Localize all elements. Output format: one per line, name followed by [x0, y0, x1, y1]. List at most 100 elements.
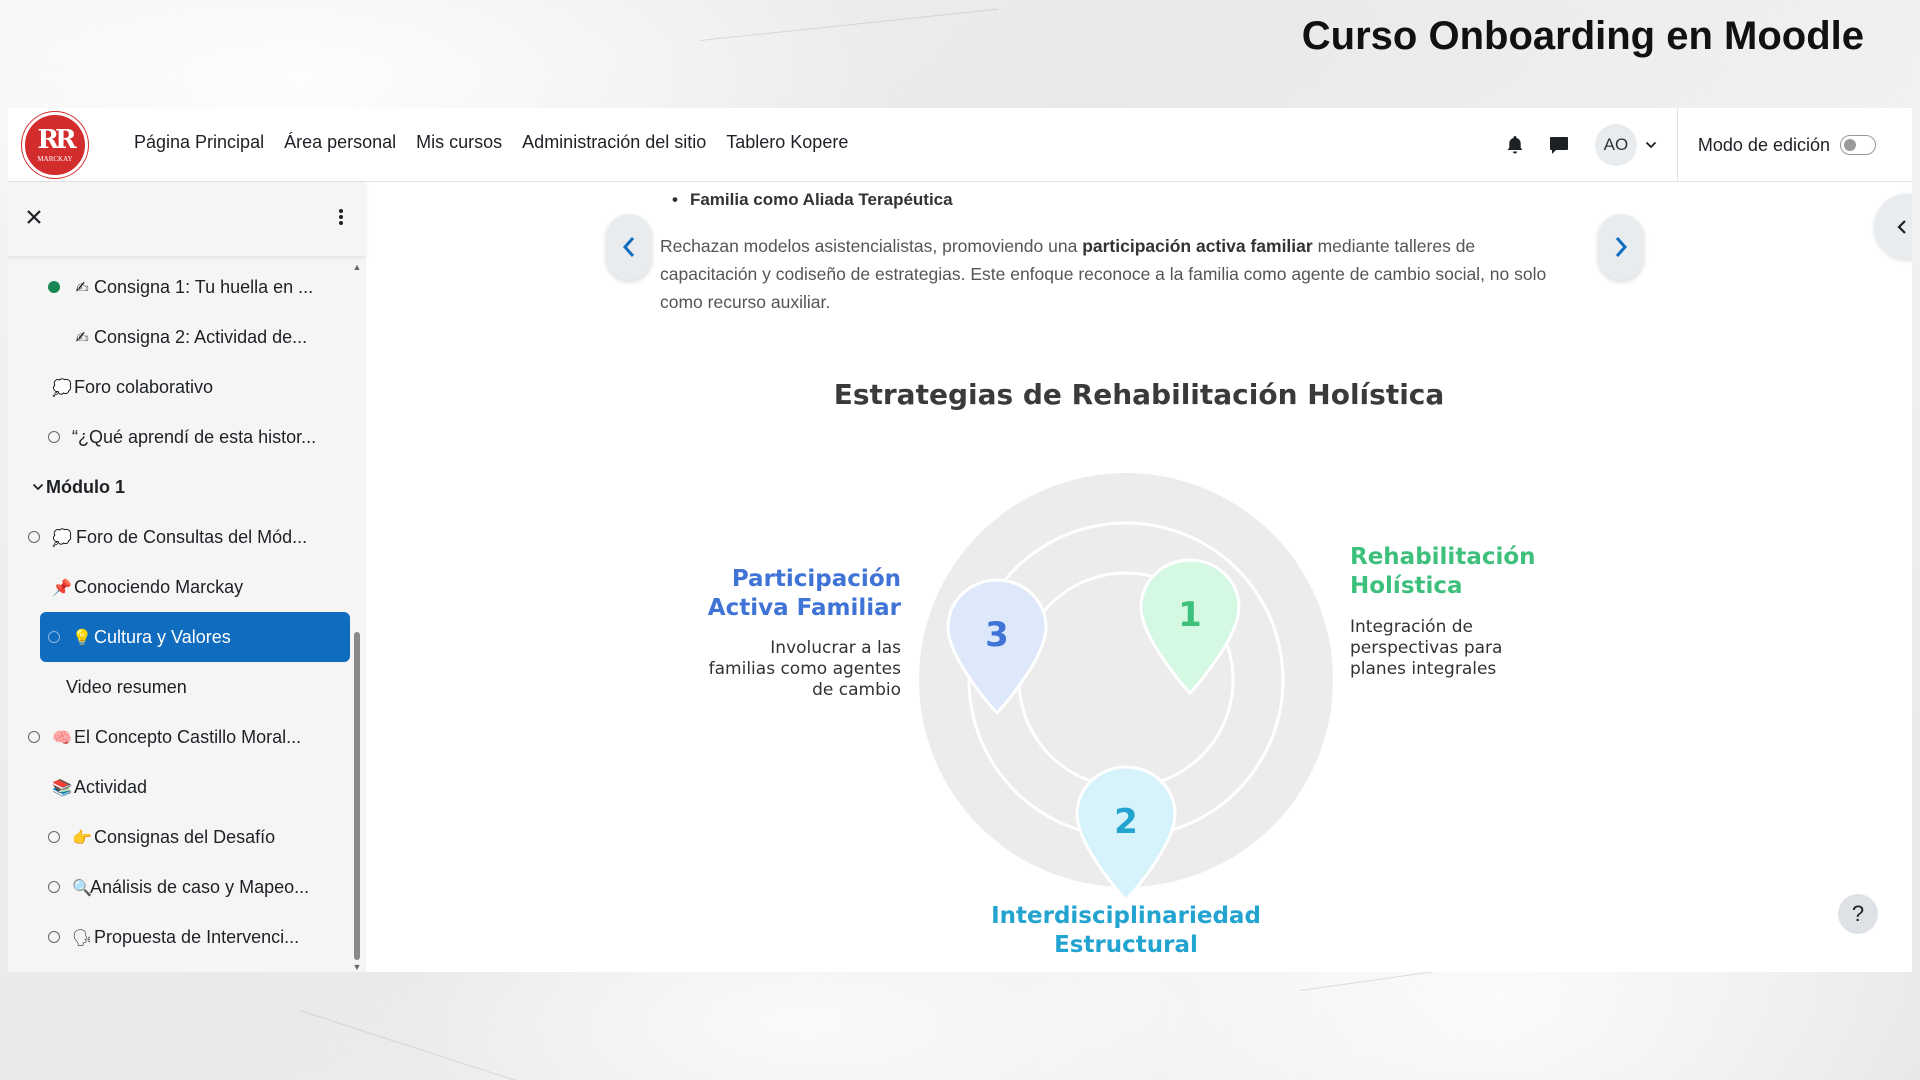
course-index-item-label: Consignas del Desafío: [94, 826, 276, 847]
course-index-item-label: El Concepto Castillo Moral...: [74, 726, 302, 747]
right-label-desc-2: perspectivas para: [1350, 638, 1502, 658]
main-content: Familia como Aliada Terapéutica Rechazan…: [366, 182, 1912, 972]
edit-mode-toggle[interactable]: [1840, 135, 1876, 155]
pin-1-number: 1: [1178, 595, 1202, 635]
left-label-desc-1: Involucrar a las: [770, 638, 901, 658]
slide-title: Curso Onboarding en Moodle: [1301, 14, 1864, 58]
scroll-thumb[interactable]: [354, 632, 360, 960]
activity-emoji-icon: ✍: [75, 327, 89, 347]
site-logo[interactable]: RR MARCKAY: [22, 112, 88, 178]
course-index-item-label: Foro colaborativo: [74, 376, 214, 397]
moodle-window: RR MARCKAY Página Principal Área persona…: [8, 108, 1912, 972]
activity-emoji-icon: ✍: [75, 277, 89, 297]
right-label-title-2: Holística: [1350, 573, 1463, 599]
close-drawer-button[interactable]: [26, 209, 42, 230]
right-label-title-1: Rehabilitación: [1350, 544, 1536, 570]
course-index-item-label: Análisis de caso y Mapeo...: [90, 876, 310, 897]
course-index-item-label: Consigna 2: Actividad de...: [94, 326, 308, 347]
course-index-item-label: Propuesta de Intervenci...: [94, 926, 300, 947]
left-label-title-1: Participación: [732, 566, 901, 592]
infographic-diagram: 1 3 2 Rehabilitación Holística Integraci…: [708, 473, 1536, 958]
help-button[interactable]: ?: [1838, 894, 1878, 934]
activity-emoji-icon: 📚: [52, 777, 72, 797]
nav-dashboard[interactable]: Área personal: [284, 132, 396, 153]
completion-pending-icon: [48, 881, 60, 893]
activity-emoji-icon: 💭: [52, 527, 72, 547]
course-index-item[interactable]: 🧠 El Concepto Castillo Moral...: [8, 712, 348, 762]
course-index-item-label: Foro de Consultas del Mód...: [76, 526, 308, 547]
activity-emoji-icon: 🧠: [52, 727, 72, 747]
user-menu[interactable]: AO: [1594, 124, 1657, 166]
course-index-item[interactable]: ✍ Consigna 2: Actividad de...: [8, 312, 348, 362]
user-avatar: AO: [1594, 124, 1637, 166]
bottom-label-title-2: Estructural: [1054, 932, 1198, 958]
chat-bubble-icon: [1549, 136, 1568, 154]
course-index-drawer: ✍ Consigna 1: Tu huella en ... ✍ Consigna 2…: [8, 182, 366, 972]
left-label-desc-2: familias como agentes: [709, 659, 901, 679]
nav-site-admin[interactable]: Administración del sitio: [522, 132, 706, 153]
navbar-right: AO Modo de edición: [1493, 108, 1912, 182]
activity-emoji-icon: 💭: [52, 377, 72, 397]
completion-pending-icon: [28, 731, 40, 743]
course-index-item[interactable]: 💭 Foro colaborativo: [8, 362, 348, 412]
course-index-item[interactable]: 📌 Conociendo Marckay: [8, 562, 348, 612]
course-index-item-label: Actividad: [74, 776, 148, 797]
left-label-desc-3: de cambio: [812, 680, 901, 700]
activity-emoji-icon: 📌: [52, 577, 72, 597]
drawer-options-button[interactable]: [338, 207, 344, 232]
bell-icon: [1507, 136, 1523, 154]
course-index-item[interactable]: “¿Qué aprendí de esta histor...: [8, 412, 348, 462]
completion-pending-icon: [28, 531, 40, 543]
right-label-desc-3: planes integrales: [1350, 659, 1496, 679]
completion-pending-icon: [48, 431, 60, 443]
completion-pending-icon: [48, 631, 60, 643]
course-index-item-label: “¿Qué aprendí de esta histor...: [72, 426, 317, 447]
close-icon: [27, 209, 41, 224]
toggle-knob: [1844, 139, 1856, 151]
top-navbar: RR MARCKAY Página Principal Área persona…: [8, 108, 1912, 182]
scroll-up-arrow[interactable]: ▲: [352, 262, 362, 272]
activity-emoji-icon: 👉: [72, 827, 92, 847]
logo-mark: RR: [37, 125, 76, 155]
course-index-item-label: Módulo 1: [46, 476, 125, 497]
sidebar-scrollbar[interactable]: ▲ ▼: [352, 262, 362, 972]
primary-navigation: Página Principal Área personal Mis curso…: [134, 132, 848, 153]
activity-emoji-icon: 🗣: [71, 927, 93, 947]
scroll-down-arrow[interactable]: ▼: [352, 962, 362, 972]
completion-complete-icon: [48, 281, 60, 293]
edit-mode-label: Modo de edición: [1697, 134, 1830, 155]
edit-mode-switch[interactable]: Modo de edición: [1678, 135, 1912, 156]
pin-3-number: 3: [985, 615, 1009, 655]
course-index-item[interactable]: 📚 Actividad: [8, 762, 348, 812]
pin-2-number: 2: [1114, 802, 1138, 842]
activity-emoji-icon: 💡: [72, 627, 92, 647]
nav-home[interactable]: Página Principal: [134, 132, 264, 153]
completion-pending-icon: [48, 831, 60, 843]
right-label-desc-1: Integración de: [1350, 617, 1473, 637]
nav-kopere-board[interactable]: Tablero Kopere: [726, 132, 848, 153]
chevron-left-icon: [1897, 220, 1906, 234]
kebab-menu-icon: [339, 208, 343, 225]
course-index-item[interactable]: 👉 Consignas del Desafío: [8, 812, 348, 862]
course-index-item[interactable]: 💡 Cultura y Valores: [40, 612, 350, 662]
left-label-title-2: Activa Familiar: [708, 595, 902, 621]
nav-my-courses[interactable]: Mis cursos: [416, 132, 502, 153]
messages-button[interactable]: [1537, 123, 1581, 167]
logo-text: MARCKAY: [37, 155, 73, 163]
notifications-button[interactable]: [1493, 123, 1537, 167]
chevron-down-icon: [1645, 141, 1657, 149]
bottom-label-title-1: Interdisciplinariedad: [991, 903, 1261, 929]
course-index-item[interactable]: ✍ Consigna 1: Tu huella en ...: [8, 262, 348, 312]
completion-pending-icon: [48, 931, 60, 943]
course-index-item[interactable]: 🗣 Propuesta de Intervenci...: [8, 912, 348, 962]
course-index-item[interactable]: 🔍 Análisis de caso y Mapeo...: [8, 862, 348, 912]
course-index-item[interactable]: Video resumen: [8, 662, 348, 712]
course-index-item-label: Cultura y Valores: [94, 626, 231, 647]
course-index-item-label: Consigna 1: Tu huella en ...: [94, 276, 314, 297]
section-toggle-modulo-1[interactable]: Módulo 1: [8, 462, 348, 512]
course-index-item-label: Video resumen: [66, 676, 187, 697]
course-index-item-label: Conociendo Marckay: [74, 576, 244, 597]
drawer-header: [8, 182, 366, 256]
chevron-down-icon: [32, 483, 44, 491]
course-index-item[interactable]: 💭 Foro de Consultas del Mód...: [8, 512, 348, 562]
